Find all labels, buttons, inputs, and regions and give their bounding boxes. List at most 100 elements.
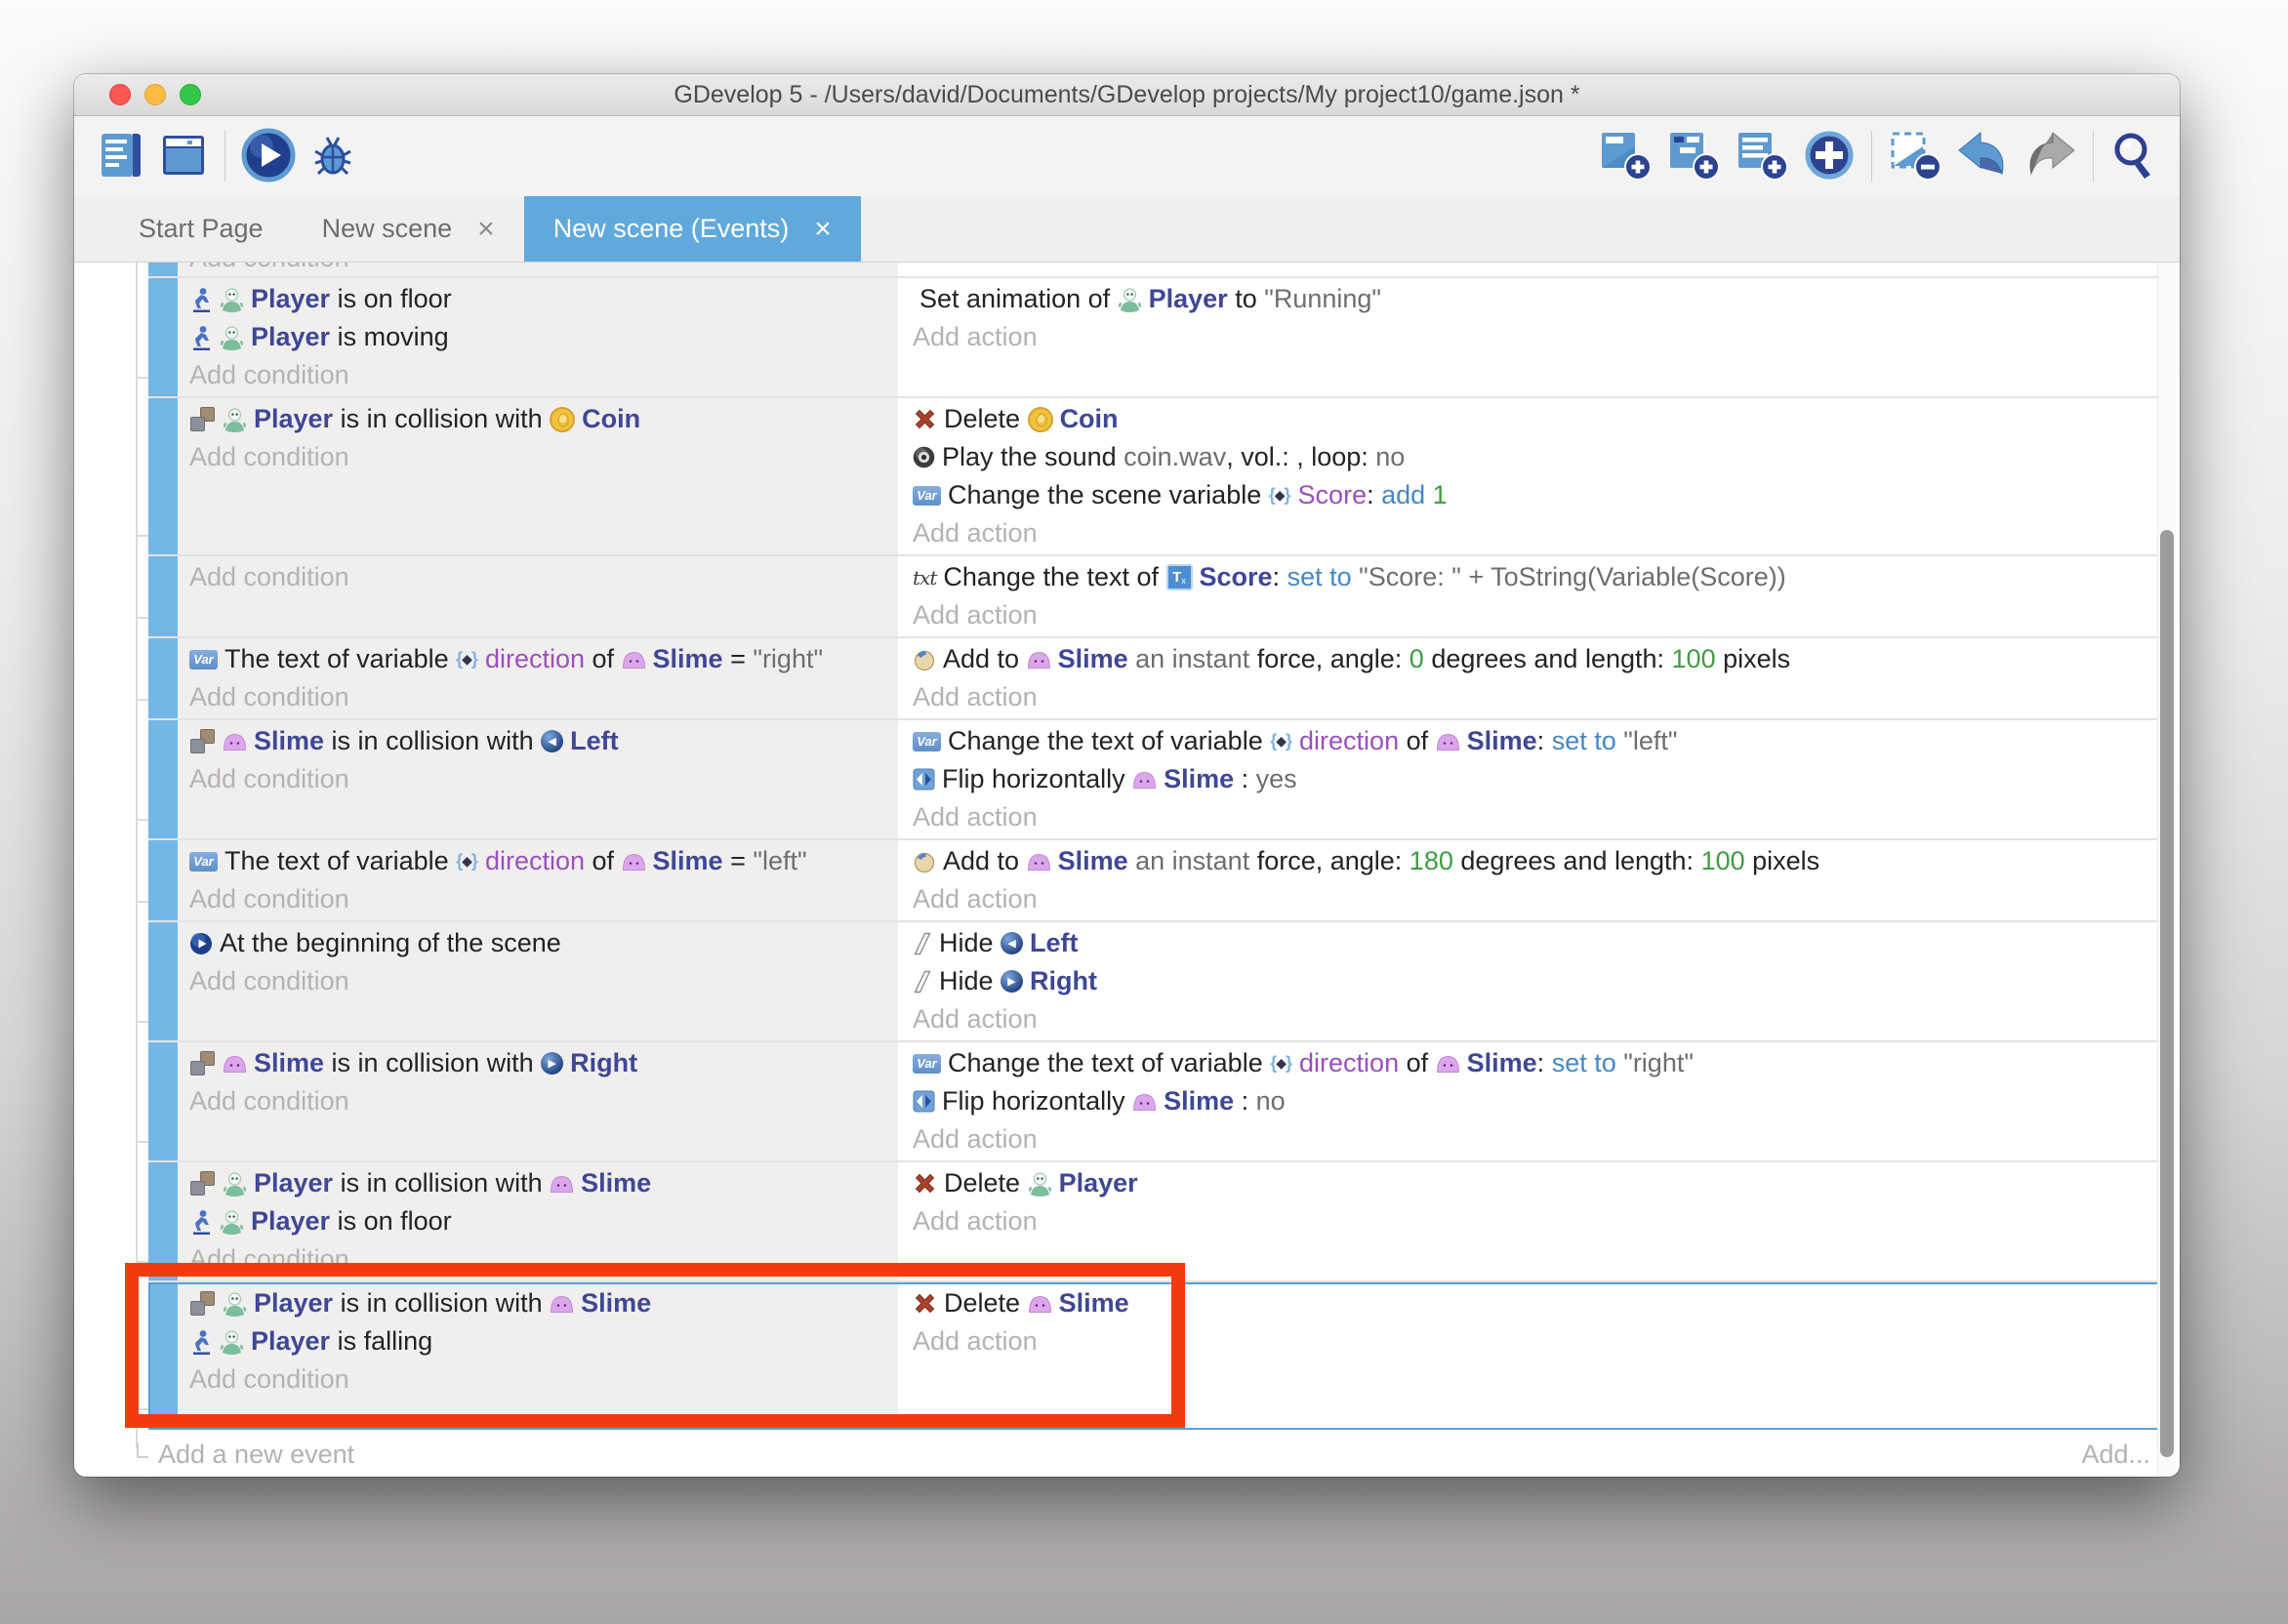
add-new-button[interactable]: [1797, 127, 1861, 186]
action-item[interactable]: VarChange the text of variable {◆}direct…: [901, 722, 2173, 760]
add-new-event-link[interactable]: Add a new event: [137, 1440, 354, 1470]
condition-item[interactable]: Player is moving: [178, 318, 898, 356]
text-segment: Flip horizontally: [942, 764, 1132, 794]
condition-item[interactable]: Player is in collision with Slime: [178, 1164, 898, 1202]
add-condition-link[interactable]: Add condition: [178, 760, 898, 798]
window-titlebar[interactable]: GDevelop 5 - /Users/david/Documents/GDev…: [74, 74, 2180, 116]
condition-item[interactable]: VarThe text of variable {◆}direction of …: [178, 842, 898, 880]
tab-new-scene-events[interactable]: New scene (Events)×: [524, 196, 861, 262]
minimize-window-button[interactable]: [144, 84, 166, 105]
add-action-link[interactable]: Add action: [901, 1120, 2173, 1158]
condition-item[interactable]: Slime is in collision with ▶Right: [178, 1044, 898, 1082]
collision-icon: [189, 406, 216, 432]
action-item[interactable]: txtChange the text of TxScore: set to "S…: [901, 558, 2173, 596]
event-row[interactable]: Player is in collision with SlimePlayer …: [148, 1162, 2173, 1282]
event-drag-bar[interactable]: [148, 1042, 178, 1160]
add-event-button[interactable]: [1592, 127, 1660, 186]
event-row[interactable]: Player is in collision with CoinAdd cond…: [148, 398, 2173, 556]
add-action-link[interactable]: Add action: [901, 880, 2173, 918]
action-item[interactable]: Delete Coin: [901, 400, 2173, 438]
action-item[interactable]: Set animation of Player to "Running": [901, 280, 2173, 318]
add-condition-link[interactable]: Add condition: [178, 356, 898, 394]
add-action-link[interactable]: Add action: [901, 1322, 2173, 1360]
preview-play-button[interactable]: [235, 126, 302, 187]
event-row[interactable]: Slime is in collision with ◀LeftAdd cond…: [148, 720, 2173, 840]
add-condition-link[interactable]: Add condition: [178, 263, 898, 277]
add-condition-link[interactable]: Add condition: [178, 962, 898, 1000]
event-row[interactable]: At the beginning of the sceneAdd conditi…: [148, 922, 2173, 1042]
event-drag-bar[interactable]: [148, 556, 178, 636]
undo-button[interactable]: [1950, 129, 2017, 184]
condition-item[interactable]: VarThe text of variable {◆}direction of …: [178, 640, 898, 678]
condition-item[interactable]: Player is on floor: [178, 1202, 898, 1240]
debug-button[interactable]: [302, 128, 364, 185]
tab-start-page[interactable]: Start Page: [109, 196, 293, 262]
action-item[interactable]: Delete Slime: [901, 1284, 2173, 1322]
add-action-link[interactable]: Add action: [901, 678, 2173, 716]
add-comment-button[interactable]: [1729, 127, 1797, 186]
event-drag-bar[interactable]: [148, 1162, 178, 1280]
event-row[interactable]: Add conditiontxtChange the text of TxSco…: [148, 556, 2173, 638]
add-action-link[interactable]: Add action: [901, 798, 2173, 836]
event-drag-bar[interactable]: [148, 398, 178, 554]
condition-item[interactable]: Player is in collision with Coin: [178, 400, 898, 438]
event-row[interactable]: VarThe text of variable {◆}direction of …: [148, 638, 2173, 720]
event-row[interactable]: Player is in collision with SlimePlayer …: [148, 1282, 2173, 1430]
action-item[interactable]: Hide ▶Right: [901, 962, 2173, 1000]
add-condition-link[interactable]: Add condition: [178, 438, 898, 476]
condition-item[interactable]: Player is on floor: [178, 280, 898, 318]
tab-new-scene[interactable]: New scene×: [293, 196, 524, 262]
action-item[interactable]: Play the sound coin.wav, vol.: , loop: n…: [901, 438, 2173, 476]
event-drag-bar[interactable]: [148, 1282, 178, 1428]
action-item[interactable]: VarChange the scene variable {◆}Score: a…: [901, 476, 2173, 514]
event-drag-bar[interactable]: [148, 922, 178, 1040]
action-item[interactable]: Add to Slime an instant force, angle: 18…: [901, 842, 2173, 880]
add-more-link[interactable]: Add...: [2081, 1440, 2150, 1470]
condition-item[interactable]: Player is falling: [178, 1322, 898, 1360]
event-drag-bar[interactable]: [148, 638, 178, 718]
event-drag-bar[interactable]: [148, 263, 178, 276]
event-row[interactable]: Player is on floorPlayer is movingAdd co…: [148, 278, 2173, 398]
add-condition-link[interactable]: Add condition: [178, 1240, 898, 1279]
event-row[interactable]: Add condition: [148, 263, 2173, 278]
action-item[interactable]: Flip horizontally Slime : yes: [901, 760, 2173, 798]
add-action-link[interactable]: Add action: [901, 1000, 2173, 1038]
redo-button[interactable]: [2017, 129, 2083, 184]
add-action-link[interactable]: Add action: [901, 596, 2173, 634]
close-icon[interactable]: ×: [814, 215, 832, 244]
scrollbar-thumb[interactable]: [2160, 530, 2174, 1457]
scene-editor-button[interactable]: [152, 128, 215, 185]
event-row[interactable]: VarThe text of variable {◆}direction of …: [148, 840, 2173, 922]
gdevelop-window: GDevelop 5 - /Users/david/Documents/GDev…: [74, 74, 2180, 1477]
condition-item[interactable]: Slime is in collision with ◀Left: [178, 722, 898, 760]
add-condition-link[interactable]: Add condition: [178, 1082, 898, 1120]
add-condition-link[interactable]: Add condition: [178, 1360, 898, 1399]
add-condition-link[interactable]: Add condition: [178, 880, 898, 918]
condition-item[interactable]: Player is in collision with Slime: [178, 1284, 898, 1322]
event-drag-bar[interactable]: [148, 840, 178, 920]
condition-item[interactable]: At the beginning of the scene: [178, 924, 898, 962]
action-item[interactable]: Flip horizontally Slime : no: [901, 1082, 2173, 1120]
text-segment: set to: [1552, 1048, 1624, 1078]
action-item[interactable]: VarChange the text of variable {◆}direct…: [901, 1044, 2173, 1082]
event-drag-bar[interactable]: [148, 278, 178, 396]
add-action-link[interactable]: Add action: [901, 1202, 2173, 1240]
event-drag-bar[interactable]: [148, 720, 178, 838]
slime-icon: [223, 1053, 247, 1074]
add-action-link[interactable]: Add action: [901, 318, 2173, 356]
add-action-link[interactable]: Add action: [901, 514, 2173, 552]
action-item[interactable]: Hide ◀Left: [901, 924, 2173, 962]
close-window-button[interactable]: [109, 84, 131, 105]
actions-column: Add to Slime an instant force, angle: 18…: [901, 840, 2173, 920]
project-manager-button[interactable]: [90, 128, 152, 185]
zoom-window-button[interactable]: [180, 84, 201, 105]
action-item[interactable]: Add to Slime an instant force, angle: 0 …: [901, 640, 2173, 678]
add-sub-event-button[interactable]: [1660, 127, 1729, 186]
add-condition-link[interactable]: Add condition: [178, 678, 898, 716]
search-button[interactable]: [2104, 128, 2164, 185]
add-condition-link[interactable]: Add condition: [178, 558, 898, 596]
event-row[interactable]: Slime is in collision with ▶RightAdd con…: [148, 1042, 2173, 1162]
close-icon[interactable]: ×: [477, 215, 495, 244]
action-item[interactable]: Delete Player: [901, 1164, 2173, 1202]
remove-event-button[interactable]: [1882, 127, 1950, 186]
